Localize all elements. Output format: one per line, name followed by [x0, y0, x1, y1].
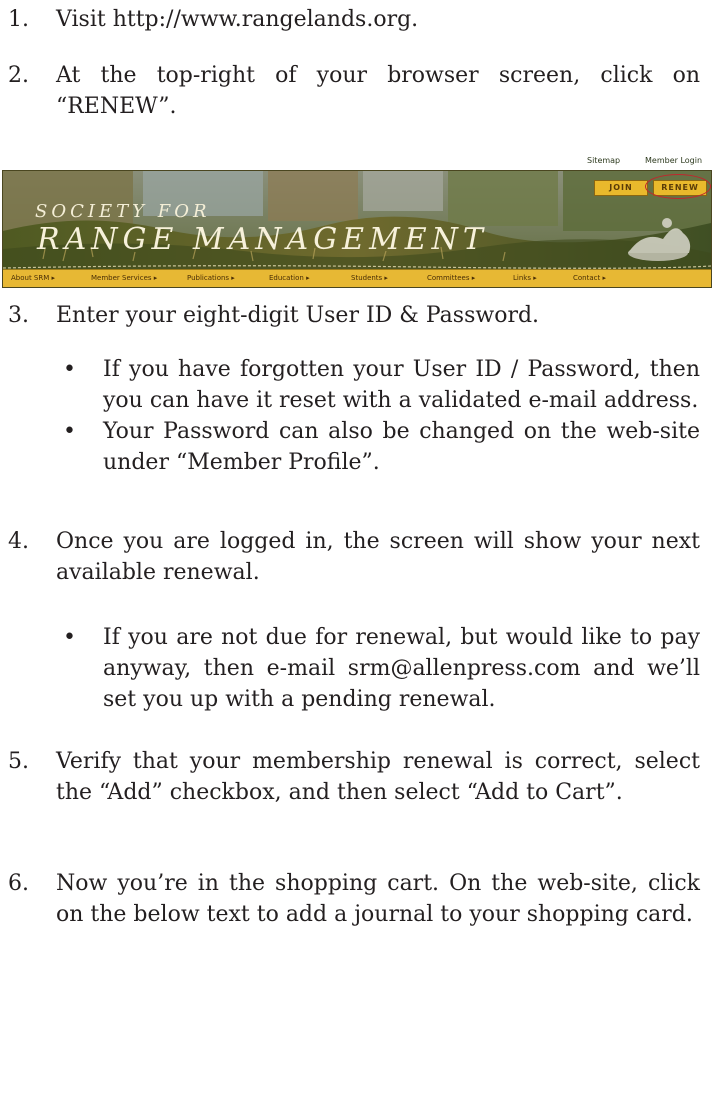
step-text: Once you are logged in, the screen will …: [56, 529, 700, 585]
step-4-bullets: • If you are not due for renewal, but wo…: [0, 622, 700, 715]
step-6: 6. Now you’re in the shopping cart. On t…: [0, 868, 700, 930]
step-number: 3.: [8, 303, 29, 328]
sitemap-link[interactable]: Sitemap: [587, 156, 620, 165]
step-text: Now you’re in the shopping cart. On the …: [56, 871, 700, 927]
nav-committees[interactable]: Committees ▸: [427, 274, 475, 282]
bullet-icon: •: [63, 357, 76, 382]
step-4: 4. Once you are logged in, the screen wi…: [0, 526, 700, 588]
banner-title-line2: RANGE MANAGEMENT: [37, 222, 488, 257]
step-text: Visit http://www.rangelands.org.: [56, 7, 419, 32]
bullet-text: Your Password can also be changed on the…: [103, 419, 700, 475]
bullet-icon: •: [63, 625, 76, 650]
step-text: Enter your eight-digit User ID & Passwor…: [56, 303, 540, 328]
list-item: • If you are not due for renewal, but wo…: [63, 622, 700, 715]
step-3: 3. Enter your eight-digit User ID & Pass…: [0, 300, 700, 331]
step-number: 2.: [8, 63, 29, 88]
list-item: • If you have forgotten your User ID / P…: [63, 354, 700, 416]
step-number: 4.: [8, 529, 29, 554]
step-text: Verify that your membership renewal is c…: [56, 749, 700, 805]
banner-title-line1: SOCIETY FOR: [35, 201, 211, 222]
member-login-link[interactable]: Member Login: [645, 156, 702, 165]
instruction-page: 1. Visit http://www.rangelands.org. 2. A…: [0, 0, 717, 1100]
step-number: 6.: [8, 871, 29, 896]
nav-member-services[interactable]: Member Services ▸: [91, 274, 157, 282]
nav-students[interactable]: Students ▸: [351, 274, 388, 282]
nav-contact[interactable]: Contact ▸: [573, 274, 606, 282]
step-2: 2. At the top-right of your browser scre…: [0, 60, 700, 122]
banner-top-links: Sitemap Member Login: [0, 153, 717, 169]
nav-publications[interactable]: Publications ▸: [187, 274, 235, 282]
nav-links[interactable]: Links ▸: [513, 274, 537, 282]
bullet-text: If you have forgotten your User ID / Pas…: [103, 357, 700, 413]
srm-website-banner: SOCIETY FOR RANGE MANAGEMENT JOIN RENEW …: [2, 170, 712, 288]
list-item: • Your Password can also be changed on t…: [63, 416, 700, 478]
bullet-icon: •: [63, 419, 76, 444]
renew-highlight-circle: [645, 174, 711, 199]
step-text: At the top-right of your browser screen,…: [56, 63, 700, 119]
banner-nav-bar: About SRM ▸ Member Services ▸ Publicatio…: [3, 269, 711, 287]
nav-education[interactable]: Education ▸: [269, 274, 310, 282]
join-button[interactable]: JOIN: [594, 180, 648, 196]
step-1: 1. Visit http://www.rangelands.org.: [0, 4, 700, 35]
bullet-text: If you are not due for renewal, but woul…: [103, 625, 700, 712]
nav-about-srm[interactable]: About SRM ▸: [11, 274, 55, 282]
step-3-bullets: • If you have forgotten your User ID / P…: [0, 354, 700, 478]
step-number: 1.: [8, 7, 29, 32]
step-number: 5.: [8, 749, 29, 774]
step-5: 5. Verify that your membership renewal i…: [0, 746, 700, 808]
